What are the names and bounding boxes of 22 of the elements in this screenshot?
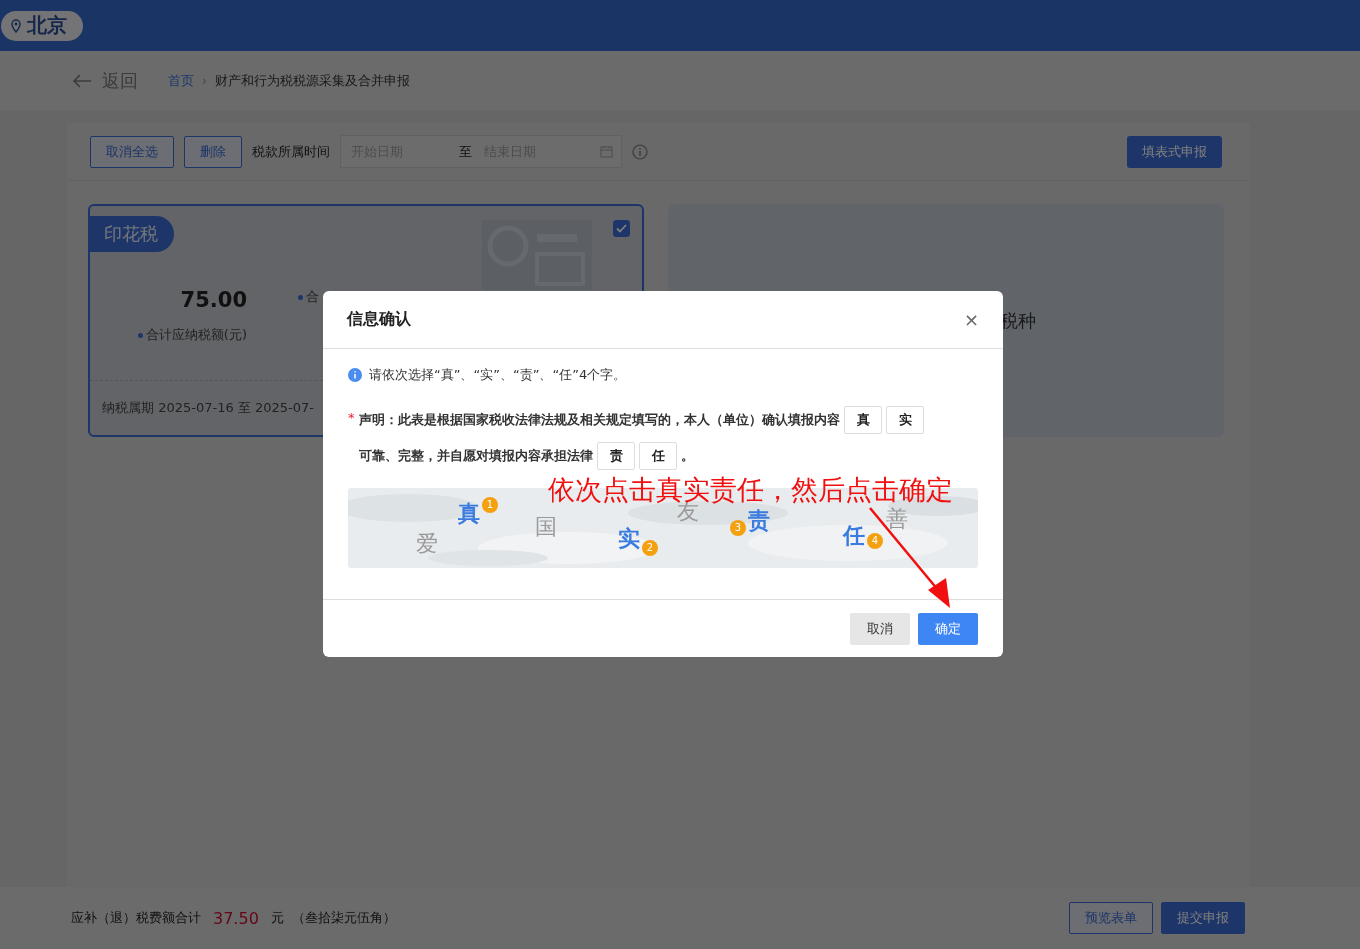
selected-char-slot: 任 (639, 442, 677, 470)
dialog-title: 信息确认 (347, 309, 411, 330)
period-label: 税款所属时间 (252, 142, 330, 161)
amount-in-words: （叁拾柒元伍角） (291, 909, 396, 927)
tax-period: 纳税属期 2025-07-16 至 2025-07- (102, 399, 314, 417)
tax-tag: 印花税 (88, 216, 174, 252)
declaration-text: 可靠、完整，并自愿对填报内容承担法律 (359, 447, 593, 465)
tax-amount: 75.00 (180, 288, 247, 312)
total-label: 应补（退）税费额合计 (71, 909, 201, 927)
currency-unit: 元 (270, 909, 284, 927)
total-amount: 37.50 (213, 908, 259, 928)
selected-char-slot: 实 (886, 406, 924, 434)
required-mark: * (348, 410, 355, 425)
stat-label: 合 (298, 288, 319, 306)
selected-char-slot: 真 (844, 406, 882, 434)
breadcrumb-separator: › (202, 73, 207, 88)
stat-label: 合计应纳税额(元) (137, 326, 247, 344)
range-separator: 至 (459, 142, 472, 161)
selected-char-slot: 责 (597, 442, 635, 470)
declaration-text: 。 (681, 447, 694, 465)
hint-text: 请依次选择“真”、“实”、“责”、“任”4个字。 (369, 366, 627, 384)
breadcrumb-current: 财产和行为税税源采集及合并申报 (214, 71, 410, 90)
